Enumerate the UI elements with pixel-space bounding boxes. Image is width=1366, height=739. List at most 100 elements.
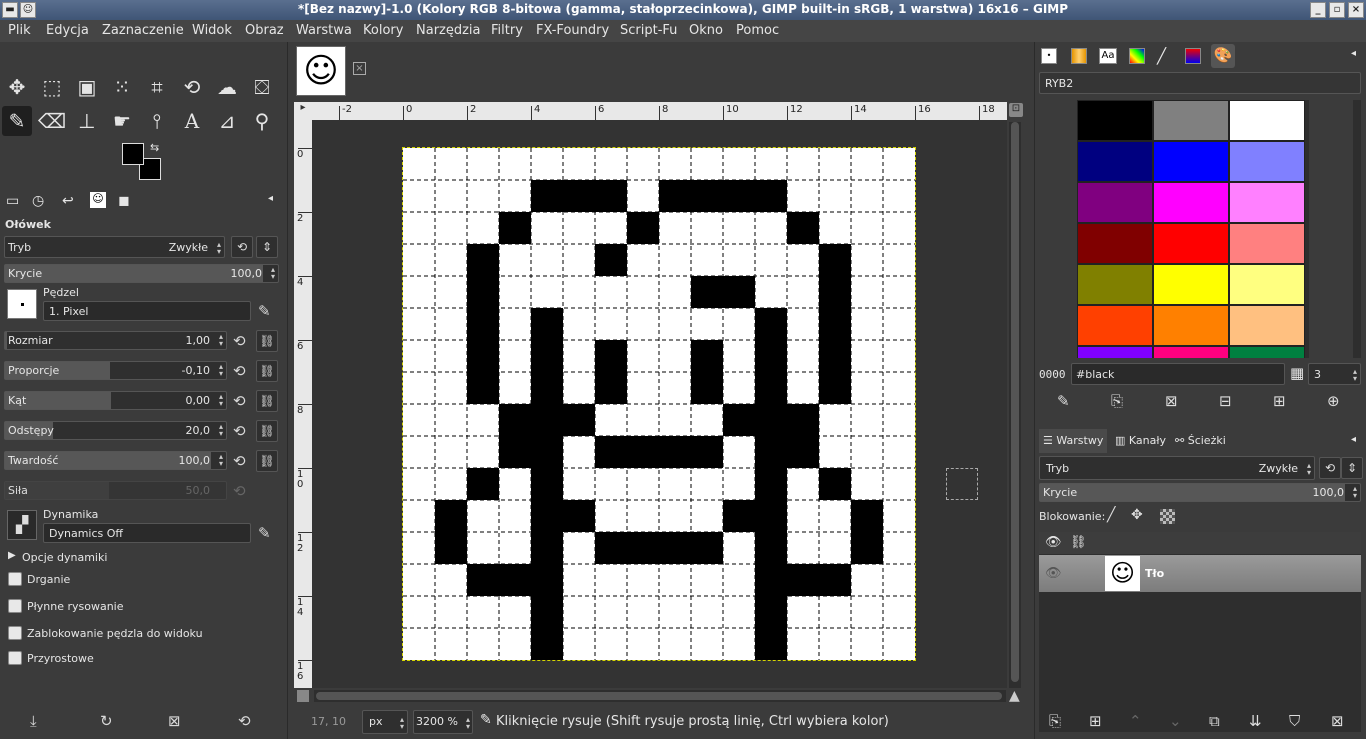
palettes-tab-icon[interactable]: 🎨 [1211,44,1235,68]
quick-mask-toggle-icon[interactable] [297,690,309,702]
vertical-ruler[interactable]: 0 2 4 6 8 1 0 1 2 1 4 1 6 [294,120,312,688]
minimize-button[interactable]: _ [1310,2,1326,18]
image-thumbnail[interactable]: ☺ [296,46,346,96]
navigate-icon[interactable]: ▲ [1009,688,1020,704]
opacity-slider[interactable]: Krycie 100,0 ▴ ▾ [4,264,279,283]
aspect-link-icon[interactable]: ⛓ [256,360,278,382]
paint-dynamics-tab-icon[interactable]: ╱ [1157,47,1166,65]
palette-grid[interactable] [1077,100,1309,358]
crop-tool-icon[interactable]: ⌗ [142,72,172,102]
palette-swatch[interactable] [1153,223,1229,264]
brush-preview[interactable] [7,289,37,319]
layer-name[interactable]: Tło [1145,567,1164,580]
palette-swatch[interactable] [1077,346,1153,358]
layer-row[interactable]: 👁 ☺ Tło [1039,555,1361,592]
restore-options-icon[interactable]: ↻ [100,712,113,730]
palette-swatch[interactable] [1077,182,1153,223]
palette-name-field[interactable]: RYB2 [1039,72,1361,94]
palette-swatch[interactable] [1077,141,1153,182]
patterns-tab-icon[interactable] [1071,48,1087,64]
mode-reset-icon[interactable]: ⟲ [231,236,253,258]
zoom-all-icon[interactable]: ⊕ [1327,392,1340,410]
palette-swatch[interactable] [1229,305,1305,346]
eraser-tool-icon[interactable]: ⌫ [37,106,67,136]
rect-select-tool-icon[interactable]: ⬚ [37,72,67,102]
unit-select[interactable]: px ▴ ▾ [362,710,408,734]
menu-colors[interactable]: Kolory [363,23,403,38]
palette-swatch[interactable] [1153,264,1229,305]
paths-tool-icon[interactable]: ⫯ [142,106,172,136]
vertical-scrollbar[interactable] [1009,122,1021,688]
layer-mode-select[interactable]: Tryb Zwykłe ▴ ▾ [1039,456,1315,480]
incremental-checkbox[interactable] [8,651,22,665]
palette-swatch[interactable] [1229,100,1305,141]
dynamics-preview-icon[interactable]: ▞ [7,510,37,540]
menu-view[interactable]: Widok [192,23,232,38]
palette-swatch[interactable] [1153,182,1229,223]
palette-scrollbar[interactable] [1353,100,1361,358]
lock-pixels-icon[interactable]: ╱ [1107,507,1115,523]
palette-swatch[interactable] [1229,346,1305,358]
zoom-select[interactable]: 3200 % ▴ ▾ [413,710,473,734]
palette-swatch[interactable] [1229,264,1305,305]
smudge-tool-icon[interactable]: ☛ [107,106,137,136]
lock-brush-checkbox[interactable] [8,626,22,640]
zoom-in-icon[interactable]: ⊞ [1273,392,1286,410]
zoom-out-icon[interactable]: ⊟ [1219,392,1232,410]
panel-menu-icon[interactable]: ◂ [268,193,273,204]
menu-layer[interactable]: Warstwa [296,23,352,38]
save-options-icon[interactable]: ⤓ [30,712,37,730]
palette-swatch[interactable] [1229,223,1305,264]
angle-reset-icon[interactable]: ⟲ [233,392,246,410]
palette-panel-menu-icon[interactable]: ◂ [1351,48,1356,59]
tool-options-tab-icon[interactable]: ▭ [6,193,19,209]
new-layer-group-icon[interactable]: ⊞ [1089,712,1102,730]
layer-opacity-slider[interactable]: Krycie 100,0 ▴ ▾ [1039,483,1361,502]
maximize-button[interactable]: ▫ [1329,2,1345,18]
delete-options-icon[interactable]: ⊠ [168,712,181,730]
expander-arrow-icon[interactable]: ▶ [8,550,16,561]
aspect-reset-icon[interactable]: ⟲ [233,362,246,380]
palette-swatch[interactable] [1077,305,1153,346]
text-tool-icon[interactable]: A [177,106,207,136]
menu-tools[interactable]: Narzędzia [416,23,481,38]
columns-spinner[interactable]: 3 ▴ ▾ [1308,363,1361,385]
edit-dynamics-icon[interactable]: ✎ [258,524,271,542]
brush-name-field[interactable]: 1. Pixel [43,301,251,321]
menu-select[interactable]: Zaznaczenie [102,23,184,38]
undo-history-tab-icon[interactable]: ↩ [62,193,74,209]
foreground-select-tool-icon[interactable]: ▣ [72,72,102,102]
measure-tool-icon[interactable]: ⊿ [212,106,242,136]
zoom-tool-icon[interactable]: ⚲ [247,106,277,136]
delete-color-icon[interactable]: ⊠ [1165,392,1178,410]
color-name-field[interactable]: #black [1071,363,1285,385]
palette-swatch[interactable] [1153,346,1229,358]
lock-position-icon[interactable]: ✥ [1131,507,1143,523]
new-layer-icon[interactable]: ⎘ [1049,712,1061,730]
mode-switch-icon[interactable]: ⇕ [256,236,278,258]
smooth-checkbox[interactable] [8,599,22,613]
tab-channels[interactable]: ▥ Kanały [1111,429,1170,453]
spacing-reset-icon[interactable]: ⟲ [233,422,246,440]
palette-swatch[interactable] [1153,141,1229,182]
close-image-icon[interactable]: × [353,62,366,75]
menu-fx-foundry[interactable]: FX-Foundry [536,23,609,38]
brushes-tab-icon[interactable]: • [1041,48,1057,64]
lock-alpha-icon[interactable] [1160,509,1175,524]
transform-tool-icon[interactable]: ⟲ [177,72,207,102]
new-color-icon[interactable]: ⎘ [1111,392,1123,410]
palette-swatch[interactable] [1077,264,1153,305]
palette-swatch[interactable] [1077,223,1153,264]
aspect-slider[interactable]: Proporcje -0,10 ▴ ▾ [4,361,227,380]
angle-link-icon[interactable]: ⛓ [256,390,278,412]
delete-layer-icon[interactable]: ⊠ [1331,712,1344,730]
dynamics-options-expander[interactable]: Opcje dynamiki [22,551,107,564]
duplicate-layer-icon[interactable]: ⧉ [1209,712,1220,730]
layers-panel-menu-icon[interactable]: ◂ [1351,434,1356,445]
menu-filters[interactable]: Filtry [491,23,523,38]
edit-color-icon[interactable]: ✎ [1057,392,1070,410]
menu-script-fu[interactable]: Script-Fu [620,23,677,38]
color-history-tab-icon[interactable] [1185,48,1201,64]
menu-windows[interactable]: Okno [689,23,723,38]
palette-swatch[interactable] [1077,100,1154,142]
